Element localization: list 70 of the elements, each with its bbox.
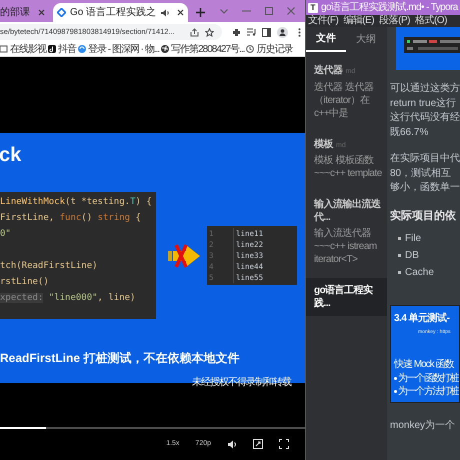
- file-preview: 迭代器 迭代器（iterator）在c++中是: [314, 80, 374, 120]
- menu-item[interactable]: 文件(F): [308, 15, 338, 27]
- blocked-arrow-icon: [167, 242, 201, 268]
- file-preview: 输入流迭代器 ~~~c++ istream iterator<T>: [314, 227, 378, 266]
- speaker-icon[interactable]: [160, 8, 170, 16]
- paragraph: 可以通过这类方 return true这行 这行代码没有经 既66.7%: [390, 82, 460, 140]
- list-item: Cache: [405, 266, 434, 279]
- side-panel-icon[interactable]: [262, 28, 271, 36]
- sidebar-tab[interactable]: 文件: [306, 27, 346, 52]
- bookmark[interactable]: 抖音: [48, 42, 76, 56]
- bullet-icon: [394, 377, 397, 380]
- new-tab-icon[interactable]: [196, 8, 206, 17]
- slide-bullet: 为一个函数打桩: [398, 372, 458, 384]
- bullet-icon: [398, 254, 401, 257]
- list-item: File: [405, 232, 422, 245]
- file-preview: 模板 模板函数 ~~~c++ template: [314, 154, 383, 180]
- slide-subtitle: 快速 Mock 函数: [394, 358, 455, 372]
- bullet-icon: [398, 271, 401, 274]
- screen-icon: [0, 45, 8, 53]
- slide-bullet: 为一个方法打桩: [398, 386, 458, 398]
- bullet-icon: [394, 390, 397, 393]
- minimize-icon[interactable]: [242, 10, 251, 12]
- site-icon: [57, 8, 66, 17]
- window-title: go语言工程实践测试.md• - Typora: [321, 0, 458, 14]
- file-item[interactable]: 输入流输出流迭代... 输入流迭代器 ~~~c++ istream iterator<T>: [306, 186, 387, 272]
- menu-item[interactable]: 编辑(E): [343, 15, 374, 27]
- menu-item[interactable]: 段落(P): [379, 15, 410, 27]
- heading: 实际项目的依: [390, 208, 457, 224]
- sidebar-tab[interactable]: 大纲: [346, 27, 386, 52]
- star-icon[interactable]: [205, 28, 214, 36]
- playlist-icon[interactable]: [247, 28, 256, 36]
- close-icon[interactable]: [177, 9, 184, 16]
- menu-item[interactable]: 格式(O): [414, 15, 447, 27]
- app-logo: T: [308, 2, 318, 12]
- volume-icon[interactable]: [227, 440, 237, 449]
- puzzle-icon[interactable]: [232, 28, 241, 36]
- list-item: DB: [405, 249, 419, 262]
- bullet-icon: [398, 237, 401, 240]
- bookmark[interactable]: 在线影视: [0, 42, 46, 56]
- chevron-down-icon[interactable]: [220, 8, 228, 14]
- music-note-icon: [48, 45, 56, 53]
- history-icon: [246, 45, 254, 53]
- code-line: xpected: "line000", line): [0, 292, 136, 305]
- fullscreen-icon[interactable]: [279, 439, 289, 450]
- bookmark[interactable]: 登录 - 图深网 · 物...: [78, 42, 160, 56]
- copyright-notice: 未经授权不得录制和转载: [192, 376, 291, 390]
- paragraph: monkey为一个: [390, 418, 456, 433]
- avatar-icon[interactable]: [277, 26, 288, 38]
- bookmark[interactable]: 历史记录: [246, 42, 292, 56]
- maximize-icon[interactable]: [265, 7, 273, 15]
- file-name: 迭代器: [314, 64, 342, 77]
- bookmark[interactable]: 写作第2808427号...: [161, 42, 244, 56]
- share-icon[interactable]: [190, 28, 199, 36]
- slide-title: ck: [0, 143, 22, 167]
- paragraph: 在实际项目中代 80，测试相互 够小，函数单一: [390, 152, 460, 195]
- code-line: FirstLine, func() string {: [0, 212, 142, 225]
- browser-tab[interactable]: 的部课: [0, 3, 49, 22]
- slide-caption: ReadFirstLine 打桩测试，不在依赖本地文件: [0, 350, 240, 367]
- code-line: LineWithMock(t *testing.T) {: [0, 196, 153, 209]
- menu-icon[interactable]: [298, 28, 301, 36]
- file-name: 模板: [314, 138, 333, 150]
- code-line: tch(ReadFirstLine): [0, 260, 99, 273]
- picture-in-picture-icon[interactable]: [253, 439, 263, 450]
- file-name: 输入流输出流迭代...: [314, 198, 382, 224]
- code-line: rstLine(): [0, 276, 50, 289]
- browser-tab[interactable]: Go 语言工程实践之: [53, 3, 188, 22]
- file-item[interactable]: go语言工程实践...: [306, 278, 387, 316]
- slide-title: 3.4 单元测试-: [394, 312, 451, 326]
- file-name: go语言工程实践...: [314, 284, 374, 310]
- code-line: 0": [0, 228, 12, 241]
